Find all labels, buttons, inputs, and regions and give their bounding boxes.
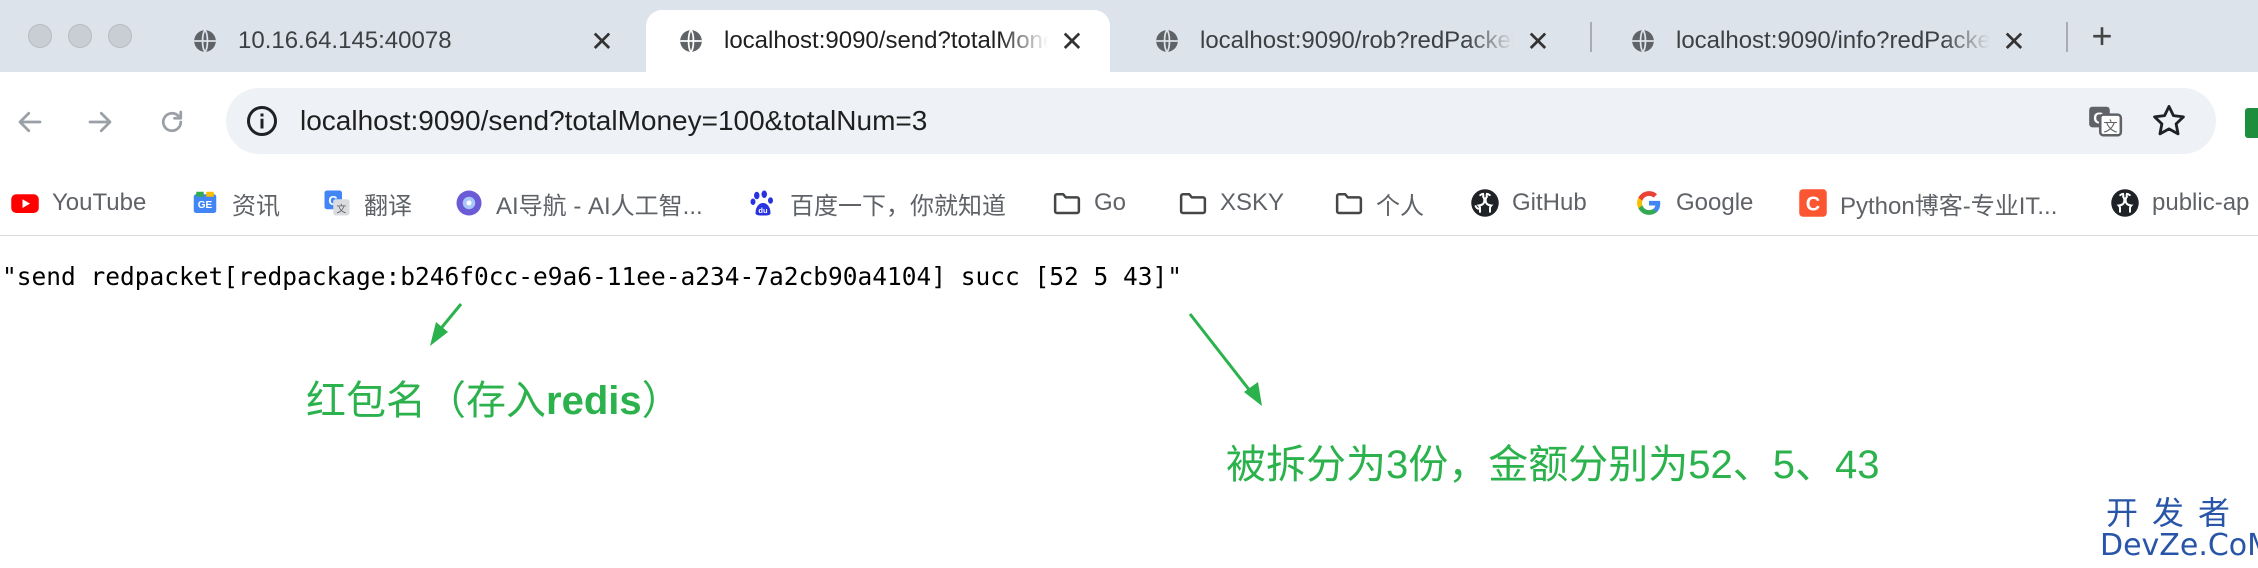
arrow-to-redis-key	[430, 303, 463, 346]
tab-title: 10.16.64.145:40078	[238, 27, 452, 54]
forward-arrow-icon	[88, 111, 112, 133]
watermark-line1: 开发者	[2105, 495, 2244, 531]
globe-icon	[680, 29, 702, 53]
tab-title: localhost:9090/send?totalMoney=100&total…	[724, 27, 1048, 54]
reload-button[interactable]	[152, 102, 192, 142]
bookmark-ai-nav[interactable]: AI导航 - AI人工智...	[454, 186, 703, 220]
tab-close-icon[interactable]: ✕	[1058, 26, 1086, 57]
bookmark-youtube[interactable]: YouTube	[10, 186, 146, 220]
svg-text:du: du	[758, 206, 768, 215]
annotation-bold-text: redis	[546, 379, 642, 423]
annotation-text: ）	[641, 379, 682, 423]
address-bar-url[interactable]: localhost:9090/send?totalMoney=100&total…	[300, 105, 927, 137]
bookmarks-bar: YouTube GE 资讯 G文 翻译 AI导航 - AI人工智... du 百…	[0, 172, 2258, 236]
bookmark-label: Go	[1094, 189, 1127, 216]
bookmark-python-blog[interactable]: C Python博客-专业IT...	[1798, 186, 2057, 220]
tab-2[interactable]: localhost:9090/send?totalMoney=100&total…	[646, 10, 1110, 72]
bookmark-news[interactable]: GE 资讯	[190, 186, 280, 220]
tab-title: localhost:9090/rob?redPacketKey=	[1200, 27, 1514, 54]
bookmark-label: GitHub	[1512, 189, 1587, 216]
watermark: 开发者 DevZe.CoM	[2100, 495, 2258, 563]
tab-title: localhost:9090/info?redPacketKey=	[1676, 27, 1990, 54]
bookmark-star-icon[interactable]	[2150, 102, 2188, 140]
window-minimize-button[interactable]	[68, 24, 92, 48]
reload-icon	[161, 110, 183, 133]
bookmark-label: 个人	[1376, 192, 1424, 220]
tab-close-icon[interactable]: ✕	[1524, 26, 1552, 57]
arrow-to-amounts	[1188, 313, 1262, 406]
tab-separator	[2066, 22, 2068, 52]
ai-nav-icon	[456, 190, 482, 216]
csdn-icon: C	[1799, 189, 1827, 217]
tab-4[interactable]: localhost:9090/info?redPacketKey= ✕	[1598, 10, 2052, 72]
baidu-icon: du	[750, 190, 773, 216]
bookmark-github[interactable]: GitHub	[1470, 186, 1587, 220]
site-info-icon[interactable]	[244, 103, 280, 139]
folder-icon	[1053, 193, 1081, 215]
globe-icon	[1156, 29, 1178, 53]
bookmark-label: Python博客-专业IT...	[1840, 192, 2058, 220]
tab-close-icon[interactable]: ✕	[2000, 26, 2028, 57]
annotation-packet-name: 红包名（存入redis）	[306, 368, 682, 426]
svg-text:文: 文	[2103, 118, 2117, 135]
address-bar[interactable]: localhost:9090/send?totalMoney=100&total…	[226, 88, 2216, 154]
bookmark-label: 百度一下，你就知道	[790, 192, 1006, 220]
globe-icon	[194, 29, 216, 53]
github-icon	[2111, 189, 2139, 217]
bookmark-baidu[interactable]: du 百度一下，你就知道	[748, 186, 1006, 220]
new-tab-button[interactable]: +	[2082, 15, 2122, 56]
bookmark-folder-go[interactable]: Go	[1052, 186, 1126, 220]
tab-1[interactable]: 10.16.64.145:40078 ✕	[160, 10, 640, 72]
bookmark-label: 资讯	[232, 192, 280, 220]
folder-icon	[1179, 193, 1207, 215]
translate-icon: G文	[324, 190, 350, 216]
forward-button[interactable]	[80, 102, 120, 142]
youtube-icon	[11, 194, 39, 213]
back-arrow-icon	[18, 111, 42, 133]
bookmark-label: 翻译	[364, 192, 412, 220]
svg-text:文: 文	[336, 202, 346, 215]
tab-separator	[1590, 22, 1592, 52]
github-icon	[1471, 189, 1499, 217]
tab-close-icon[interactable]: ✕	[588, 26, 616, 57]
bookmark-public-api[interactable]: public-ap	[2110, 186, 2249, 220]
tab-3[interactable]: localhost:9090/rob?redPacketKey= ✕	[1122, 10, 1576, 72]
annotation-text: 红包名（存入	[306, 379, 546, 423]
bookmark-translate[interactable]: G文 翻译	[322, 186, 412, 220]
bookmark-google[interactable]: Google	[1634, 186, 1753, 220]
svg-text:C: C	[1806, 194, 1820, 216]
bookmark-label: AI导航 - AI人工智...	[496, 192, 703, 220]
annotation-split-amounts: 被拆分为3份，金额分别为52、5、43	[1226, 443, 1880, 487]
translate-icon[interactable]: G文	[2086, 102, 2124, 140]
folder-icon	[1335, 193, 1363, 215]
news-icon: GE	[193, 191, 217, 213]
window-close-button[interactable]	[28, 24, 52, 48]
svg-text:GE: GE	[198, 200, 213, 211]
tab-strip: 10.16.64.145:40078 ✕ localhost:9090/send…	[0, 0, 2258, 72]
back-button[interactable]	[10, 102, 50, 142]
watermark-line2: DevZe.CoM	[2100, 528, 2258, 563]
bookmark-label: YouTube	[52, 189, 147, 216]
window-zoom-button[interactable]	[108, 24, 132, 48]
bookmark-label: XSKY	[1220, 189, 1285, 216]
bookmark-folder-xsky[interactable]: XSKY	[1178, 186, 1284, 220]
google-icon	[1637, 191, 1661, 215]
bookmark-folder-personal[interactable]: 个人	[1334, 186, 1424, 220]
globe-icon	[1632, 29, 1654, 53]
bookmark-label: public-ap	[2152, 189, 2250, 216]
extension-icon[interactable]	[2245, 108, 2258, 138]
page-content: "send redpacket[redpackage:b246f0cc-e9a6…	[0, 236, 2258, 568]
bookmark-label: Google	[1676, 189, 1754, 216]
